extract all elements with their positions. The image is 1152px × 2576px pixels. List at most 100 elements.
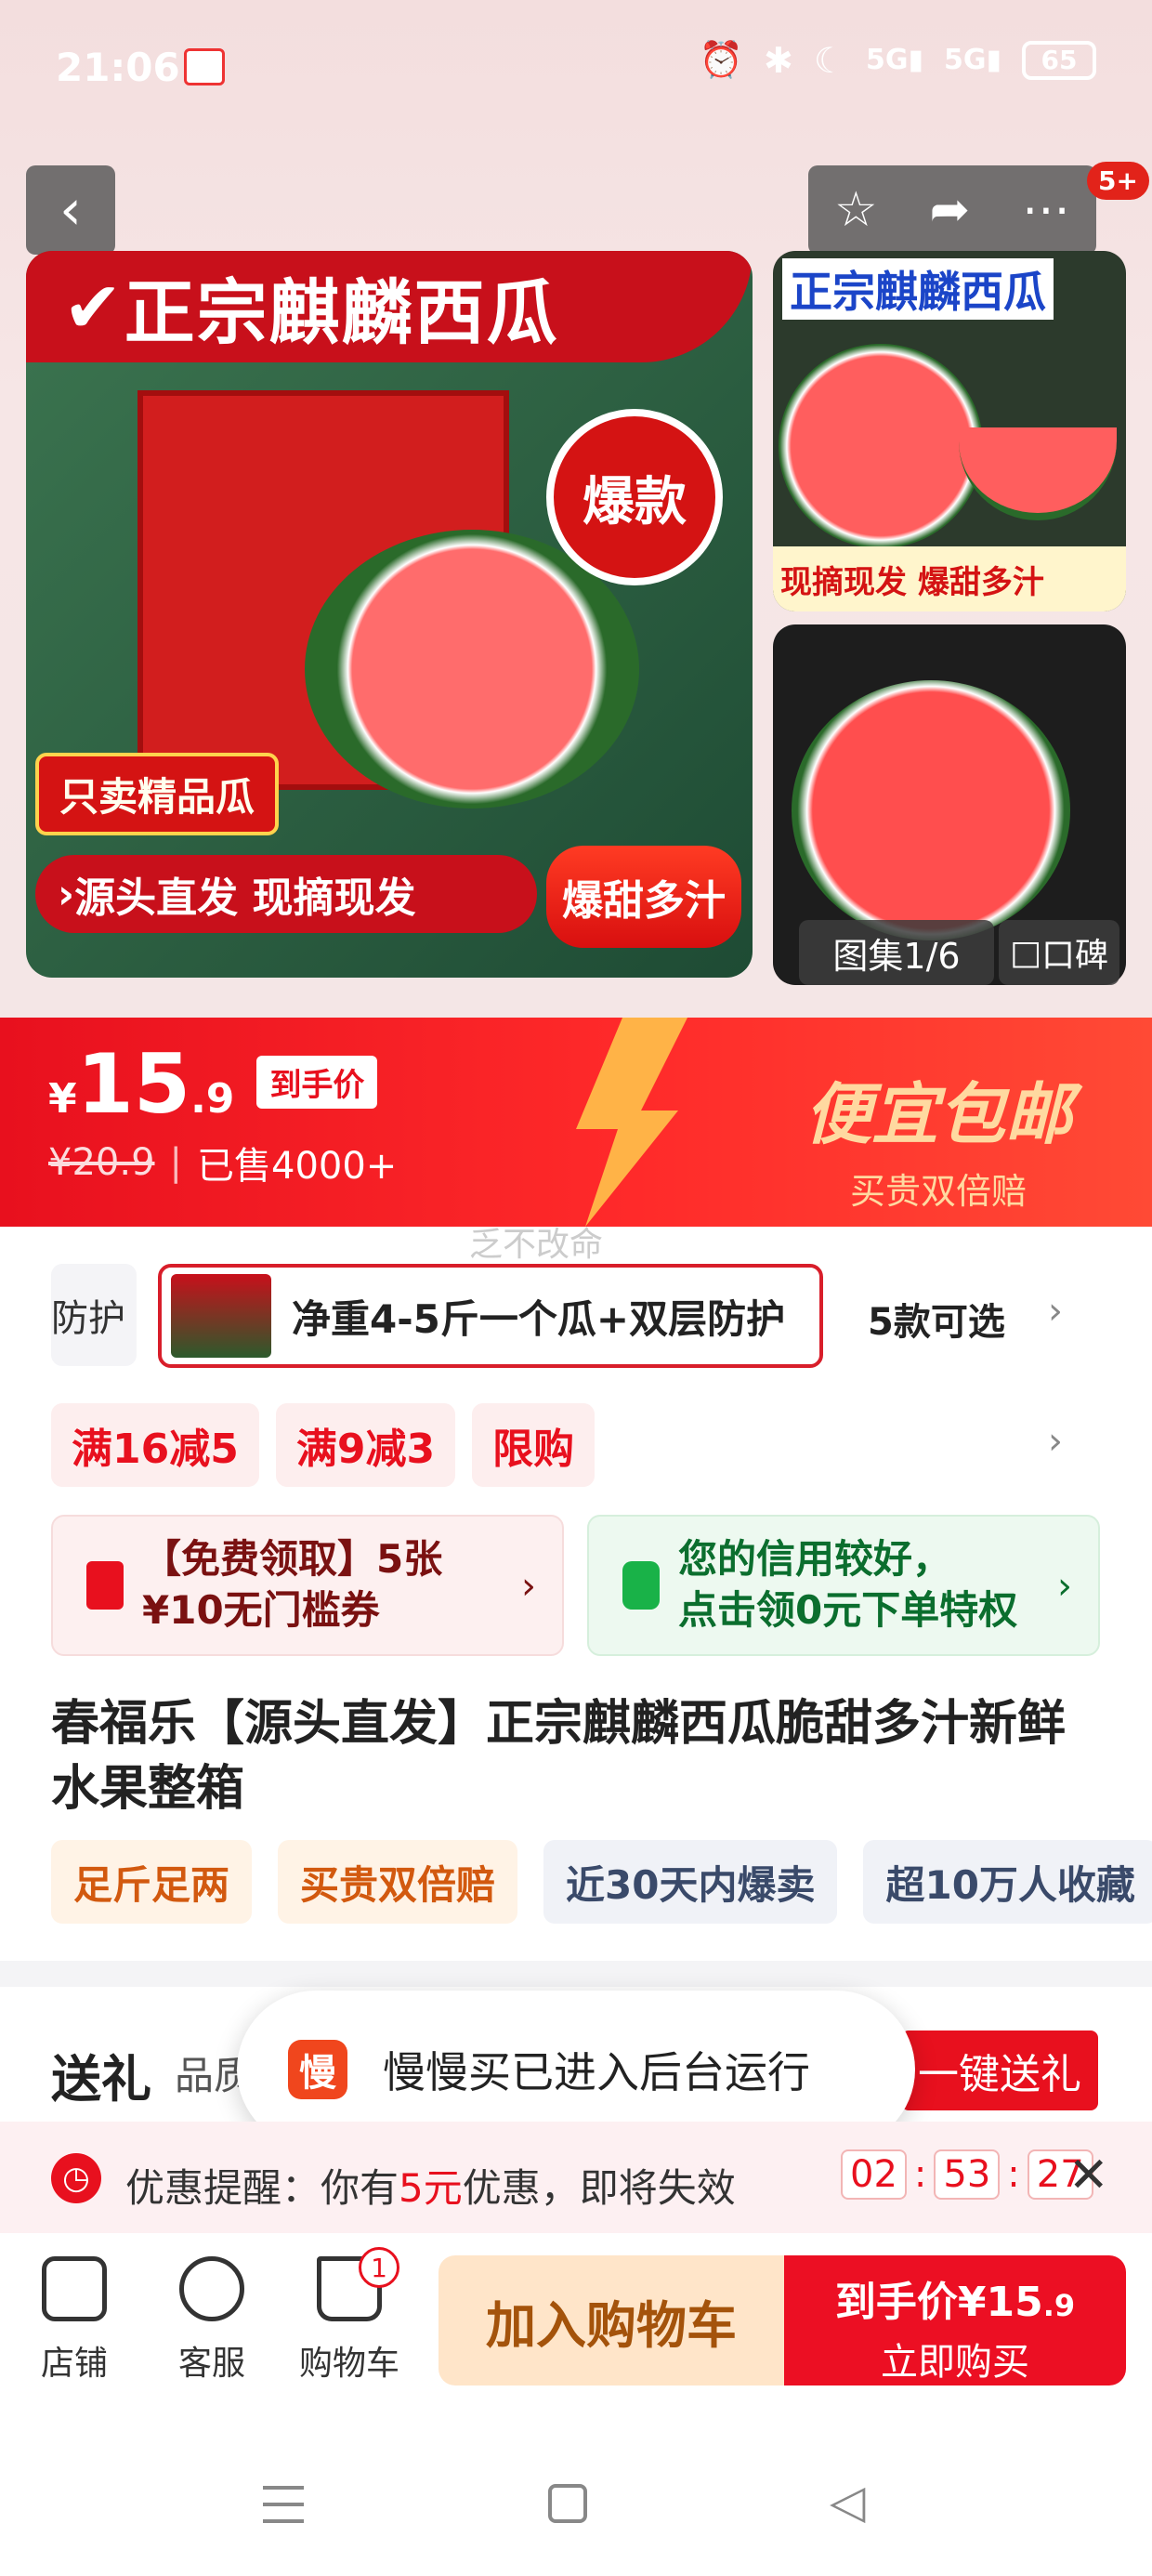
- sku-thumbnail: [171, 1274, 271, 1358]
- app-icon: 慢: [288, 2040, 347, 2099]
- reminder-text: 优惠提醒：你有5元优惠，即将失效: [125, 2165, 736, 2211]
- favorite-star-icon[interactable]: ☆: [834, 182, 878, 238]
- lightning-icon: [576, 1018, 687, 1227]
- feature-tag: 买贵双倍赔: [278, 1840, 518, 1924]
- section-divider: [0, 1961, 1152, 1987]
- cart-button[interactable]: 1 购物车: [294, 2247, 405, 2385]
- price-integer: 15: [76, 1036, 191, 1132]
- gallery-thumb-1[interactable]: 正宗麒麟西瓜 现摘现发 爆甜多汁: [773, 251, 1126, 611]
- recent-apps-icon[interactable]: [263, 2486, 304, 2523]
- thumb-caption: 现摘现发 爆甜多汁: [773, 546, 1126, 611]
- original-price: ¥20.9: [48, 1141, 155, 1184]
- status-time: 21:06: [56, 45, 180, 90]
- gallery-counter[interactable]: 图集1/6: [799, 920, 994, 985]
- shop-button[interactable]: 店铺: [19, 2256, 130, 2385]
- free-coupon-card[interactable]: 【免费领取】5张 ¥10无门槛券 ›: [51, 1515, 564, 1656]
- add-to-cart-button[interactable]: 加入购物车: [439, 2255, 784, 2385]
- sku-selector: 防护 净重4-5斤一个瓜+双层防护 5款可选 ›: [0, 1264, 1152, 1375]
- coupon-line-2: ¥10无门槛券: [142, 1587, 380, 1633]
- feature-tag: 足斤足两: [51, 1840, 253, 1924]
- bottom-action-bar: 店铺 客服 1 购物车 加入购物车 到手价¥15.9 立即购买: [0, 2233, 1152, 2438]
- feature-tag: 近30天内爆卖: [543, 1840, 838, 1924]
- feature-tags: 足斤足两 买贵双倍赔 近30天内爆卖 超10万人收藏: [51, 1840, 1152, 1924]
- review-icon: □: [1009, 933, 1041, 972]
- chevron-right-icon[interactable]: ›: [1048, 1420, 1063, 1463]
- juicy-banner: 爆甜多汁: [546, 846, 741, 948]
- signal-icon-1: 5G▮: [865, 44, 923, 76]
- credit-line-1: 您的信用较好，: [678, 1536, 952, 1583]
- status-icons: ⏰ ✱ ☾ 5G▮ 5G▮ 65: [700, 39, 1096, 81]
- sold-count: 已售4000+: [197, 1145, 398, 1188]
- promo-tag[interactable]: 满9减3: [275, 1403, 456, 1487]
- timer-minutes: 53: [934, 2149, 1001, 2200]
- countdown-timer: 02 : 53 : 27: [841, 2149, 1093, 2200]
- hot-seal: 爆款: [546, 409, 723, 585]
- watermark: 乏不改命: [469, 1226, 604, 1264]
- price-decimal: .9: [190, 1075, 235, 1123]
- more-badge: 5+: [1087, 162, 1149, 200]
- product-gallery-area: 21:06 ⏰ ✱ ☾ 5G▮ 5G▮ 65 ‹ ☆ ➦ ⋯ 5+ ✔ 正宗麒麟西…: [0, 0, 1152, 1018]
- chevron-right-icon: ›: [1057, 1565, 1072, 1608]
- price-block: ¥ 15 .9 到手价 ¥20.9 | 已售4000+: [48, 1036, 397, 1189]
- sku-label: 净重4-5斤一个瓜+双层防护: [292, 1295, 786, 1342]
- clock-icon: ◷: [51, 2153, 101, 2203]
- status-bar: 21:06 ⏰ ✱ ☾ 5G▮ 5G▮ 65: [0, 0, 1152, 139]
- sku-more-link[interactable]: 5款可选: [868, 1292, 1005, 1346]
- back-button[interactable]: ‹: [26, 165, 115, 255]
- promo-tag[interactable]: 满16减5: [51, 1403, 259, 1487]
- toast-text: 慢慢买已进入后台运行: [383, 2047, 810, 2097]
- shopping-bag-icon: [622, 1561, 660, 1610]
- premium-tag: 只卖精品瓜: [35, 753, 280, 835]
- alarm-icon: ⏰: [699, 39, 744, 80]
- product-page: 21:06 ⏰ ✱ ☾ 5G▮ 5G▮ 65 ‹ ☆ ➦ ⋯ 5+ ✔ 正宗麒麟西…: [0, 0, 1152, 2576]
- credit-privilege-card[interactable]: 您的信用较好， 点击领0元下单特权 ›: [587, 1515, 1100, 1656]
- buy-now-button[interactable]: 到手价¥15.9 立即购买: [784, 2255, 1126, 2385]
- share-icon[interactable]: ➦: [930, 182, 971, 238]
- battery-icon: 65: [1022, 40, 1096, 80]
- promo-tag[interactable]: 限购: [472, 1403, 596, 1487]
- coupon-line-1: 【免费领取】5张: [142, 1536, 443, 1583]
- watermelon-slice: [959, 427, 1117, 520]
- home-icon[interactable]: [548, 2484, 587, 2523]
- divider: |: [169, 1141, 182, 1184]
- system-nav-bar: ◁: [0, 2438, 1152, 2576]
- moon-icon: ☾: [813, 39, 845, 81]
- top-action-group: ☆ ➦ ⋯: [808, 165, 1096, 255]
- review-button[interactable]: □ 口碑: [999, 920, 1119, 985]
- thumb-title: 正宗麒麟西瓜: [782, 258, 1054, 320]
- main-product-image[interactable]: ✔ 正宗麒麟西瓜 爆款 只卖精品瓜 › 源头直发 现摘现发 爆甜多汁: [26, 251, 753, 978]
- signal-icon-2: 5G▮: [943, 44, 1001, 76]
- app-notification-icon: [184, 48, 225, 85]
- promo-title: 便宜包邮: [804, 1075, 1072, 1153]
- chat-icon: [179, 2256, 244, 2321]
- feature-tag: 超10万人收藏: [863, 1840, 1152, 1924]
- more-icon[interactable]: ⋯: [1022, 182, 1070, 238]
- bluetooth-icon: ✱: [764, 39, 793, 81]
- origin-banner: › 源头直发 现摘现发: [35, 855, 537, 933]
- gift-title: 送礼: [51, 2050, 151, 2109]
- credit-line-2: 点击领0元下单特权: [678, 1587, 1018, 1633]
- back-triangle-icon[interactable]: ◁: [830, 2475, 865, 2529]
- coupon-icon: [86, 1561, 124, 1610]
- customer-service-button[interactable]: 客服: [156, 2256, 268, 2385]
- final-price-tag: 到手价: [256, 1056, 378, 1109]
- free-shipping-promo: 便宜包邮 买贵双倍赔: [762, 1059, 1115, 1214]
- close-icon[interactable]: ✕: [1068, 2148, 1109, 2203]
- sku-option-partial[interactable]: 防护: [51, 1264, 137, 1366]
- cart-count-badge: 1: [359, 2247, 399, 2288]
- promo-subtitle: 买贵双倍赔: [849, 1171, 1027, 1212]
- check-icon: ✔: [63, 265, 124, 348]
- currency-symbol: ¥: [48, 1075, 77, 1123]
- shop-icon: [42, 2256, 107, 2321]
- price-banner: ¥ 15 .9 到手价 ¥20.9 | 已售4000+ 便宜包邮 买贵双倍赔: [0, 1018, 1152, 1227]
- chevron-right-icon[interactable]: ›: [1048, 1290, 1063, 1333]
- one-click-gift-button[interactable]: 一键送礼: [901, 2031, 1098, 2110]
- chevron-right-icon: ›: [521, 1565, 536, 1608]
- timer-hours: 02: [841, 2149, 907, 2200]
- chevron-left-icon: ‹: [59, 177, 82, 243]
- discount-reminder[interactable]: ◷ 优惠提醒：你有5元优惠，即将失效 02 : 53 : 27 ✕: [0, 2122, 1152, 2233]
- product-title: 春福乐【源头直发】正宗麒麟西瓜脆甜多汁新鲜水果整箱: [51, 1696, 1067, 1818]
- promo-tags[interactable]: 满16减5 满9减3 限购: [51, 1403, 596, 1487]
- sku-option-selected[interactable]: 净重4-5斤一个瓜+双层防护: [158, 1264, 823, 1368]
- watermelon-half: [779, 344, 983, 548]
